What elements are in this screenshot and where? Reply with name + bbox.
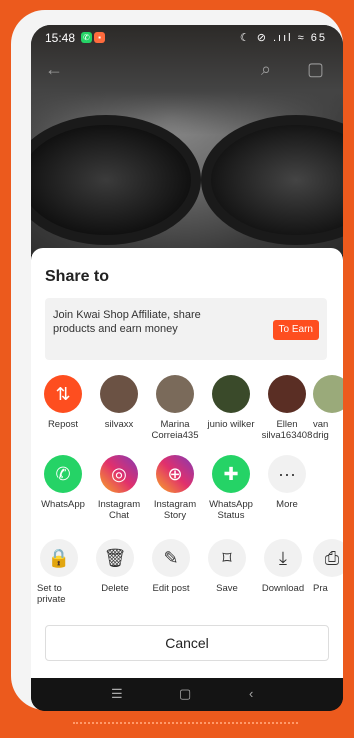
contact-item[interactable]: silvaxx <box>91 375 147 430</box>
status-bar: 15:48 ✆ ▪ ☾ ⊘ .ııl ≈ 65 <box>31 25 343 51</box>
back-icon[interactable]: ‹ <box>249 686 253 701</box>
save-item[interactable]: ⌑ Save <box>199 539 255 594</box>
whatsapp-notification-icon: ✆ <box>81 32 92 43</box>
avatar <box>100 375 138 413</box>
pra-item[interactable]: ⎙ Pra <box>313 539 343 594</box>
instagram-chat-item[interactable]: ◎ Instagram Chat <box>91 455 147 521</box>
status-time: 15:48 <box>45 31 76 45</box>
instagram-story-item[interactable]: ⊕ Instagram Story <box>147 455 203 521</box>
actions-row: 🔒 Set to private 🗑 Delete ✎ Edit post ⌑ … <box>31 539 343 619</box>
contact-item[interactable]: junio wilker <box>203 375 259 430</box>
menu-icon[interactable]: ▢ <box>307 59 324 80</box>
trash-icon: 🗑 <box>96 539 134 577</box>
status-plus-icon: ✚ <box>212 455 250 493</box>
more-dots-icon: ··· <box>268 455 306 493</box>
avatar <box>212 375 250 413</box>
whatsapp-status-item[interactable]: ✚ WhatsApp Status <box>203 455 259 521</box>
promo-text: Join Kwai Shop Affiliate, share products… <box>53 309 201 335</box>
repost-icon: ⇅ <box>44 375 82 413</box>
search-icon[interactable]: ⌕ <box>261 59 271 80</box>
whatsapp-item[interactable]: ✆ WhatsApp <box>35 455 91 510</box>
status-indicators: ☾ ⊘ .ııl ≈ 65 <box>239 32 327 44</box>
share-title: Share to <box>45 268 110 285</box>
phone-screen: 15:48 ✆ ▪ ☾ ⊘ .ııl ≈ 65 ← ⌕ ▢ Share to J… <box>31 25 343 711</box>
avatar <box>313 375 343 413</box>
share-sheet: Share to Join Kwai Shop Affiliate, share… <box>31 248 343 678</box>
repost-item[interactable]: ⇅ Repost <box>35 375 91 430</box>
delete-item[interactable]: 🗑 Delete <box>87 539 143 594</box>
back-arrow-icon[interactable]: ← <box>45 59 63 80</box>
download-icon: ⤓ <box>264 539 302 577</box>
edit-icon: ✎ <box>152 539 190 577</box>
home-icon[interactable]: ▢ <box>179 686 191 702</box>
app-notification-icon: ▪ <box>94 32 105 43</box>
lock-icon: 🔒 <box>40 539 78 577</box>
contact-item[interactable]: Ellen silva163408 <box>259 375 315 441</box>
cancel-button[interactable]: Cancel <box>45 625 329 661</box>
contact-item[interactable]: van drig <box>313 375 343 441</box>
affiliate-promo[interactable]: Join Kwai Shop Affiliate, share products… <box>45 298 327 360</box>
more-item[interactable]: ··· More <box>259 455 315 510</box>
contacts-row: ⇅ Repost silvaxx Marina Correia435 junio… <box>31 375 343 455</box>
avatar <box>156 375 194 413</box>
decorative-dots <box>73 722 298 730</box>
pra-icon: ⎙ <box>313 539 343 577</box>
whatsapp-icon: ✆ <box>44 455 82 493</box>
recents-icon[interactable]: ☰ <box>111 686 123 702</box>
to-earn-button[interactable]: To Earn <box>272 320 319 340</box>
bookmark-icon: ⌑ <box>208 539 246 577</box>
instagram-icon: ◎ <box>100 455 138 493</box>
apps-row: ✆ WhatsApp ◎ Instagram Chat ⊕ Instagram … <box>31 455 343 535</box>
edit-post-item[interactable]: ✎ Edit post <box>143 539 199 594</box>
system-nav-bar: ☰ ▢ ‹ <box>31 678 343 711</box>
avatar <box>268 375 306 413</box>
set-private-item[interactable]: 🔒 Set to private <box>31 539 87 605</box>
story-plus-icon: ⊕ <box>156 455 194 493</box>
contact-item[interactable]: Marina Correia435 <box>147 375 203 441</box>
download-item[interactable]: ⤓ Download <box>255 539 311 594</box>
